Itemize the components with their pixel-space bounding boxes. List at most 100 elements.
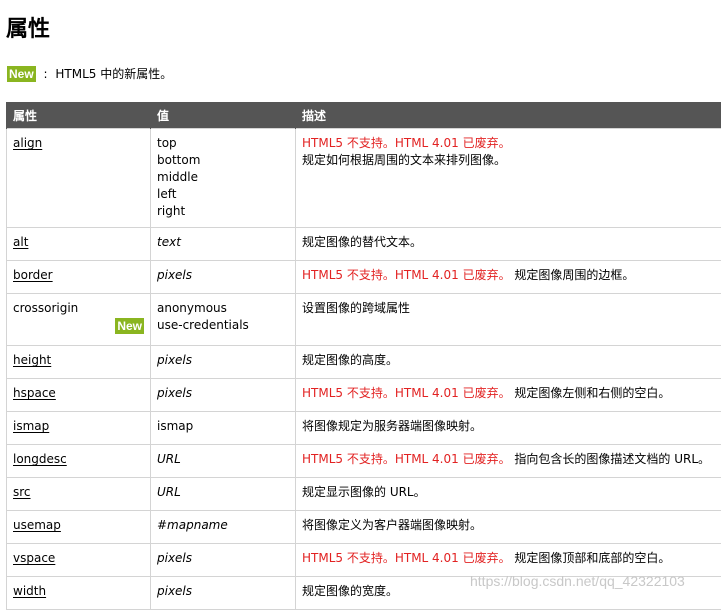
value-cell: topbottommiddleleftright: [151, 129, 296, 228]
value-cell: pixels: [151, 261, 296, 294]
description-text: 规定图像顶部和底部的空白。: [514, 551, 670, 565]
attribute-link-usemap[interactable]: usemap: [13, 518, 61, 532]
attributes-table: 属性 值 描述 aligntopbottommiddleleftrightHTM…: [6, 102, 721, 610]
watermark: https://blog.csdn.net/qq_42322103: [470, 573, 685, 589]
value-option: bottom: [157, 152, 291, 169]
table-row: crossoriginNewanonymoususe-credentials设置…: [7, 294, 721, 346]
description-cell: 规定图像的替代文本。: [296, 228, 721, 261]
table-row: alt text 规定图像的替代文本。: [7, 228, 721, 261]
attribute-cell: ismap: [7, 412, 151, 445]
page-title: 属性: [6, 14, 50, 46]
attribute-cell: usemap: [7, 511, 151, 544]
description-text: 规定图像的高度。: [302, 353, 398, 367]
attribute-cell: align: [7, 129, 151, 228]
value-cell: ismap: [151, 412, 296, 445]
attribute-cell: longdesc: [7, 445, 151, 478]
attribute-link-align[interactable]: align: [13, 136, 42, 150]
value-cell: anonymoususe-credentials: [151, 294, 296, 346]
attribute-link-alt[interactable]: alt: [13, 235, 28, 249]
table-header-row: 属性 值 描述: [7, 102, 721, 129]
value-option: text: [157, 234, 291, 251]
attribute-link-ismap[interactable]: ismap: [13, 419, 49, 433]
description-text: 规定图像的宽度。: [302, 584, 398, 598]
value-cell: text: [151, 228, 296, 261]
header-attribute: 属性: [7, 102, 151, 129]
attribute-cell: crossoriginNew: [7, 294, 151, 346]
deprecated-notice: HTML5 不支持。HTML 4.01 已废弃。: [302, 386, 511, 400]
table-row: longdesc URL HTML5 不支持。HTML 4.01 已废弃。 指向包含…: [7, 445, 721, 478]
value-option: URL: [157, 484, 291, 501]
attribute-link-border[interactable]: border: [13, 268, 53, 282]
deprecated-notice: HTML5 不支持。HTML 4.01 已废弃。: [302, 268, 511, 282]
description-cell: HTML5 不支持。HTML 4.01 已废弃。 指向包含长的图像描述文档的 U…: [296, 445, 721, 478]
legend-text: HTML5 中的新属性。: [55, 67, 172, 81]
description-text: 规定图像周围的边框。: [514, 268, 634, 282]
value-option: use-credentials: [157, 317, 291, 334]
value-option: pixels: [157, 583, 291, 600]
description-text: 规定图像左侧和右侧的空白。: [514, 386, 670, 400]
value-cell: URL: [151, 445, 296, 478]
attribute-link-hspace[interactable]: hspace: [13, 386, 56, 400]
description-cell: 将图像规定为服务器端图像映射。: [296, 412, 721, 445]
attribute-link-src[interactable]: src: [13, 485, 31, 499]
value-cell: pixels: [151, 577, 296, 610]
description-cell: 设置图像的跨域属性: [296, 294, 721, 346]
table-row: hspace pixels HTML5 不支持。HTML 4.01 已废弃。 规定图…: [7, 379, 721, 412]
description-cell: 规定显示图像的 URL。: [296, 478, 721, 511]
attribute-name: crossorigin: [13, 301, 78, 315]
attribute-cell: src: [7, 478, 151, 511]
value-option: ismap: [157, 418, 291, 435]
deprecated-notice: HTML5 不支持。HTML 4.01 已废弃。: [302, 136, 511, 150]
value-option: pixels: [157, 352, 291, 369]
table-row: src URL 规定显示图像的 URL。: [7, 478, 721, 511]
table-row: vspace pixels HTML5 不支持。HTML 4.01 已废弃。 规定图…: [7, 544, 721, 577]
table-row: usemap #mapname 将图像定义为客户器端图像映射。: [7, 511, 721, 544]
value-option: right: [157, 203, 291, 220]
header-value: 值: [151, 102, 296, 129]
value-cell: #mapname: [151, 511, 296, 544]
attribute-cell: hspace: [7, 379, 151, 412]
description-text: 设置图像的跨域属性: [302, 301, 410, 315]
table-row: aligntopbottommiddleleftrightHTML5 不支持。H…: [7, 129, 721, 228]
attribute-cell: height: [7, 346, 151, 379]
table-row: height pixels 规定图像的高度。: [7, 346, 721, 379]
value-option: URL: [157, 451, 291, 468]
description-text: 规定图像的替代文本。: [302, 235, 422, 249]
attribute-link-vspace[interactable]: vspace: [13, 551, 55, 565]
legend-separator: :: [44, 67, 48, 81]
description-cell: HTML5 不支持。HTML 4.01 已废弃。 规定图像周围的边框。: [296, 261, 721, 294]
attribute-link-longdesc[interactable]: longdesc: [13, 452, 67, 466]
table-row: ismap ismap 将图像规定为服务器端图像映射。: [7, 412, 721, 445]
value-cell: pixels: [151, 346, 296, 379]
attribute-link-width[interactable]: width: [13, 584, 46, 598]
deprecated-notice: HTML5 不支持。HTML 4.01 已废弃。: [302, 452, 511, 466]
value-option: pixels: [157, 550, 291, 567]
attribute-cell: border: [7, 261, 151, 294]
attribute-link-height[interactable]: height: [13, 353, 51, 367]
attribute-cell: vspace: [7, 544, 151, 577]
table-row: border pixels HTML5 不支持。HTML 4.01 已废弃。 规定图…: [7, 261, 721, 294]
deprecated-notice: HTML5 不支持。HTML 4.01 已废弃。: [302, 551, 511, 565]
value-option: anonymous: [157, 300, 291, 317]
description-text: 规定显示图像的 URL。: [302, 485, 426, 499]
description-cell: HTML5 不支持。HTML 4.01 已废弃。 规定图像左侧和右侧的空白。: [296, 379, 721, 412]
value-option: #mapname: [157, 517, 291, 534]
description-cell: HTML5 不支持。HTML 4.01 已废弃。 规定图像顶部和底部的空白。: [296, 544, 721, 577]
description-cell: 将图像定义为客户器端图像映射。: [296, 511, 721, 544]
header-description: 描述: [296, 102, 721, 129]
value-cell: pixels: [151, 379, 296, 412]
value-option: pixels: [157, 385, 291, 402]
description-text: 将图像规定为服务器端图像映射。: [302, 419, 482, 433]
value-option: middle: [157, 169, 291, 186]
value-cell: pixels: [151, 544, 296, 577]
value-option: top: [157, 135, 291, 152]
description-cell: HTML5 不支持。HTML 4.01 已废弃。 规定如何根据周围的文本来排列图…: [296, 129, 721, 228]
attribute-cell-content: crossoriginNew: [13, 300, 146, 338]
attribute-cell: alt: [7, 228, 151, 261]
attribute-cell: width: [7, 577, 151, 610]
value-option: pixels: [157, 267, 291, 284]
description-text: 将图像定义为客户器端图像映射。: [302, 518, 482, 532]
value-option: left: [157, 186, 291, 203]
value-cell: URL: [151, 478, 296, 511]
description-text: 规定如何根据周围的文本来排列图像。: [302, 153, 506, 167]
